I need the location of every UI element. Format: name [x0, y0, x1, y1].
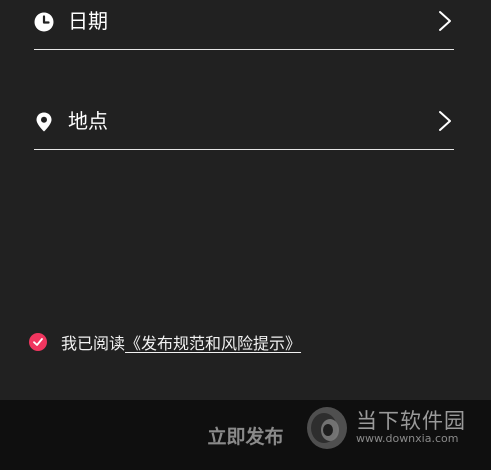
date-field-row[interactable]: 日期 [34, 0, 454, 50]
agreement-row: 我已阅读 《发布规范和风险提示》 [29, 330, 301, 354]
watermark-url: www.downxia.com [356, 432, 459, 445]
publishing-rules-link[interactable]: 《发布规范和风险提示》 [125, 330, 301, 354]
check-icon [33, 338, 43, 346]
chevron-right-icon [439, 11, 451, 31]
date-field-label: 日期 [68, 9, 108, 33]
watermark-logo-icon [307, 407, 347, 449]
clock-icon [34, 12, 54, 32]
watermark-name: 当下软件园 [356, 409, 466, 433]
agreement-prefix-text: 我已阅读 [61, 334, 126, 353]
agreement-checkbox[interactable] [29, 333, 47, 351]
site-watermark: 当下软件园 www.downxia.com [304, 403, 484, 453]
location-field-label: 地点 [68, 109, 108, 133]
location-field-row[interactable]: 地点 [34, 98, 454, 150]
chevron-right-icon [439, 111, 451, 131]
map-pin-icon [36, 112, 52, 132]
